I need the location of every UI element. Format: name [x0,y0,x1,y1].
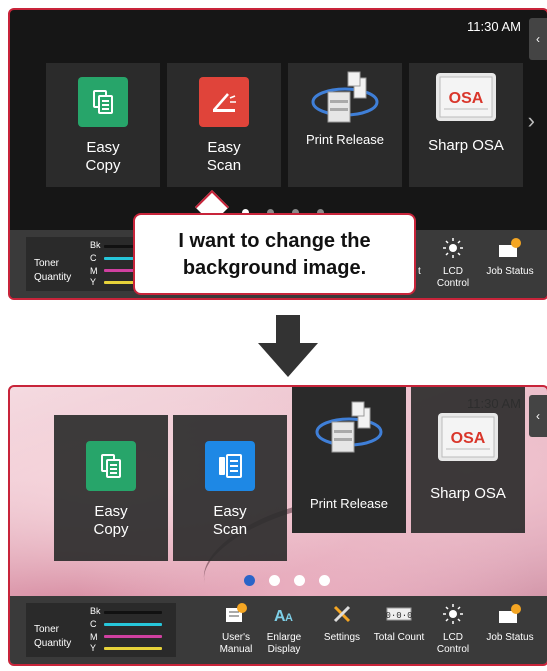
button-label: Control [436,278,470,289]
toner-label: Toner [34,258,60,269]
job-status-button[interactable]: Job Status [480,602,540,644]
tile-label: Scan [212,521,248,538]
bottom-status-bar: Toner Quantity Bk C M Y User's Manual AA E… [10,596,547,664]
tile-label: Sharp OSA [428,137,504,154]
tile-label: Easy [86,139,120,156]
tools-icon [312,602,372,626]
button-label: Job Status [486,632,534,643]
home-screen-after: 11:30 AM ‹ EasyCopy EasyScan Print Relea… [8,385,547,666]
print-release-icon [310,69,380,131]
lcd-control-button[interactable]: LCD Control [423,602,483,656]
side-panel-tab[interactable]: ‹ [529,18,547,60]
tile-sharp-osa[interactable]: OSA Sharp OSA [409,63,523,187]
tile-print-release[interactable]: Print Release [288,63,402,187]
page-indicator [244,575,330,586]
toner-code-bk: Bk [90,606,101,616]
button-label: Enlarge [266,632,302,643]
toner-quantity-panel: Toner Quantity Bk C M Y [26,603,176,657]
enlarge-display-button[interactable]: AA Enlarge Display [254,602,314,656]
button-label: Job Status [486,266,534,277]
toner-code-m: M [90,632,98,642]
page-dot[interactable] [269,575,280,586]
tile-easy-scan[interactable]: Easy Scan [173,415,287,561]
svg-text:A: A [285,612,293,624]
brightness-icon [423,236,483,260]
toner-code-m: M [90,266,98,276]
toner-code-y: Y [90,643,97,653]
job-status-icon [480,236,540,260]
print-release-icon [314,399,384,461]
button-label: User's [221,632,251,643]
partial-label: t [418,266,421,277]
copy-icon [78,77,128,127]
toner-level-bk [104,611,162,614]
scan-icon [199,77,249,127]
down-arrow-icon [258,315,318,377]
chevron-left-icon: ‹ [536,32,540,46]
button-label: LCD [442,266,463,277]
job-status-icon [480,602,540,626]
instruction-callout: I want to change the background image. [133,213,416,295]
brightness-icon [423,602,483,626]
tile-label: Print Release [309,496,389,511]
tile-print-release[interactable]: Print Release [292,387,406,533]
button-label: Manual [219,644,253,655]
toner-level-m [104,635,162,638]
copy-icon [86,441,136,491]
tile-easy-copy[interactable]: Easy Copy [54,415,168,561]
svg-text:OSA: OSA [449,90,484,107]
tile-label: Copy [93,521,129,538]
enlarge-text-icon: AA [254,602,314,626]
sharp-osa-logo-icon: OSA [436,73,496,121]
tile-easy-copy[interactable]: Easy Copy [46,63,160,187]
svg-text:OSA: OSA [451,430,486,447]
toner-label: Quantity [34,272,72,283]
button-label: Settings [323,632,361,643]
toner-label: Quantity [34,638,72,649]
tile-label: Scan [206,157,242,174]
page-dot[interactable] [294,575,305,586]
callout-line: background image. [182,257,367,279]
tile-sharp-osa[interactable]: OSA Sharp OSA [411,387,525,533]
lcd-control-button[interactable]: LCD Control [423,236,483,290]
button-label: Display [267,644,301,655]
tile-label: Easy [213,503,247,520]
toner-code-y: Y [90,277,97,287]
tile-label: Easy [94,503,128,520]
tile-label: Copy [85,157,121,174]
tile-label: Print Release [305,132,385,147]
total-count-button[interactable]: 0·0·0 Total Count [369,602,429,644]
tile-label: Easy [207,139,241,156]
toner-level-c [104,623,162,626]
button-label: LCD [442,632,463,643]
sharp-osa-logo-icon: OSA [438,413,498,461]
next-page-arrow-icon[interactable]: › [528,108,535,134]
svg-text:0·0·0: 0·0·0 [386,611,412,621]
page-dot[interactable] [319,575,330,586]
side-panel-tab[interactable]: ‹ [529,395,547,437]
job-status-button[interactable]: Job Status [480,236,540,278]
clock: 11:30 AM [467,19,521,34]
button-label: Control [436,644,470,655]
toner-code-bk: Bk [90,240,101,250]
toner-level-y [104,647,162,650]
page-dot[interactable] [244,575,255,586]
toner-label: Toner [34,624,60,635]
toner-code-c: C [90,253,97,263]
counter-icon: 0·0·0 [369,602,429,626]
tile-easy-scan[interactable]: Easy Scan [167,63,281,187]
settings-button[interactable]: Settings [312,602,372,644]
toner-code-c: C [90,619,97,629]
button-label: Total Count [373,632,425,643]
chevron-left-icon: ‹ [536,409,540,423]
tile-label: Sharp OSA [430,485,506,502]
scan-icon [205,441,255,491]
callout-line: I want to change the [178,230,371,252]
